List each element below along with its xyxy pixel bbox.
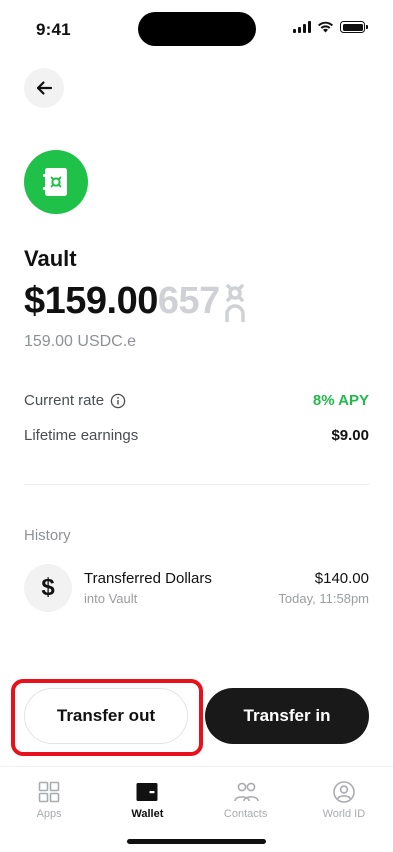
tab-label-world-id: World ID xyxy=(322,808,366,820)
lifetime-earnings-value: $9.00 xyxy=(331,427,369,444)
vault-title: Vault xyxy=(24,246,77,271)
status-time: 9:41 xyxy=(36,20,71,39)
contacts-icon xyxy=(233,782,259,802)
current-rate-value: 8% APY xyxy=(312,392,369,409)
vault-balance: $159.00 657 xyxy=(24,278,246,324)
tab-label-wallet: Wallet xyxy=(131,808,164,820)
home-indicator xyxy=(127,839,266,844)
current-rate-row: Current rate 8% APY xyxy=(24,392,369,409)
history-list-item[interactable]: $ Transferred Dollars into Vault $140.00… xyxy=(24,564,369,612)
status-icons xyxy=(293,21,368,33)
tab-label-contacts: Contacts xyxy=(223,808,268,820)
battery-icon xyxy=(340,21,368,33)
balance-extra-digits: 657 xyxy=(157,280,220,322)
vault-logo xyxy=(24,150,88,214)
history-item-time: Today, 11:58pm xyxy=(278,591,369,606)
highlight-box xyxy=(11,679,203,756)
world-id-icon xyxy=(333,781,355,803)
history-title: History xyxy=(24,527,71,544)
dynamic-island xyxy=(138,12,256,46)
rolling-digit-icon xyxy=(225,284,245,322)
section-divider xyxy=(24,484,369,485)
history-item-amount: $140.00 xyxy=(314,570,369,587)
status-bar: 9:41 xyxy=(0,0,393,54)
balance-token-amount: 159.00 USDC.e xyxy=(24,333,137,350)
history-item-subtitle: into Vault xyxy=(84,591,138,606)
tab-label-apps: Apps xyxy=(36,808,62,820)
tab-apps[interactable]: Apps xyxy=(0,767,98,852)
arrow-left-icon xyxy=(36,81,53,95)
history-item-title: Transferred Dollars xyxy=(84,570,212,587)
apps-grid-icon xyxy=(38,781,60,803)
info-icon[interactable] xyxy=(110,393,126,409)
dollar-icon: $ xyxy=(24,564,72,612)
lifetime-earnings-row: Lifetime earnings $9.00 xyxy=(24,427,369,444)
tab-world-id[interactable]: World ID xyxy=(295,767,393,852)
back-button[interactable] xyxy=(24,68,64,108)
transfer-in-button[interactable]: Transfer in xyxy=(205,688,369,744)
wallet-icon xyxy=(136,783,158,801)
vault-icon xyxy=(43,168,67,196)
lifetime-earnings-label: Lifetime earnings xyxy=(24,427,139,444)
current-rate-label: Current rate xyxy=(24,392,105,409)
vault-screen: 9:41 Vault $159.00 657 159.00 USDC.e Cur… xyxy=(0,0,393,852)
wifi-icon xyxy=(318,21,333,33)
cellular-signal-icon xyxy=(293,21,311,33)
balance-main: $159.00 xyxy=(24,280,158,322)
